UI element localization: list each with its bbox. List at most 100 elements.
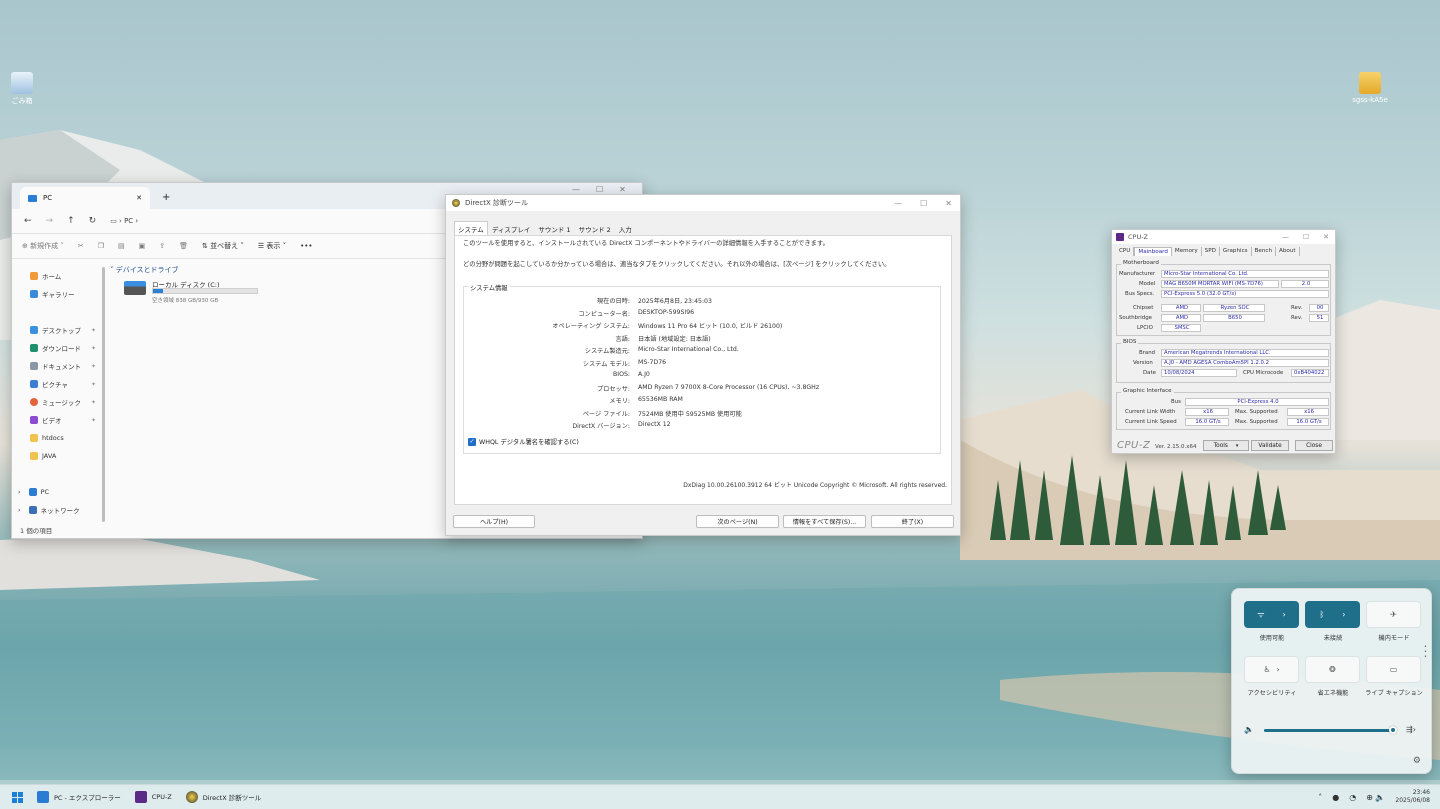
group-label: BIOS: [1121, 339, 1139, 345]
rename-icon[interactable]: ▣: [139, 242, 146, 250]
page-dots-icon[interactable]: • • •: [1424, 645, 1427, 660]
breadcrumb[interactable]: ▭ › PC ›: [110, 217, 138, 225]
info-key: システム製造元:: [584, 348, 630, 355]
wifi-toggle[interactable]: ᯤ ›: [1244, 601, 1299, 628]
tab-about[interactable]: About: [1276, 247, 1300, 256]
refresh-icon[interactable]: ↻: [89, 216, 97, 226]
dropdown-arrow-icon: ▾: [1235, 442, 1239, 449]
tab-cpu[interactable]: CPU: [1116, 247, 1135, 256]
update-icon[interactable]: ◔: [1349, 793, 1356, 802]
nav-item-videos[interactable]: ビデオ ✦: [30, 411, 100, 429]
nav-item-gallery[interactable]: ギャラリー: [30, 285, 100, 303]
minimize-icon[interactable]: —: [572, 185, 580, 194]
whql-checkbox-row[interactable]: ✓ WHQL デジタル署名を確認する(C): [468, 437, 579, 446]
chipset-label: Chipset: [1133, 305, 1154, 311]
next-page-button[interactable]: 次のページ(N): [696, 515, 779, 528]
copy-icon[interactable]: ❐: [98, 242, 104, 250]
start-button[interactable]: [12, 791, 23, 803]
tab-graphics[interactable]: Graphics: [1220, 247, 1252, 256]
close-icon[interactable]: ✕: [945, 199, 952, 208]
up-icon[interactable]: ↑: [67, 216, 75, 226]
bluetooth-toggle[interactable]: ᛒ ›: [1305, 601, 1360, 628]
chevron-right-icon[interactable]: ›: [1283, 610, 1286, 619]
new-tab-icon[interactable]: +: [162, 192, 170, 203]
bios-group: BIOS Brand American Megatrends Internati…: [1116, 339, 1331, 383]
nav-label: ドキュメント: [42, 363, 81, 371]
maximize-icon[interactable]: ☐: [920, 199, 927, 208]
volume-thumb[interactable]: [1389, 726, 1398, 734]
nav-item-pictures[interactable]: ピクチャ ✦: [30, 375, 100, 393]
clock[interactable]: 23:46 2025/06/08: [1395, 789, 1430, 805]
speaker-icon[interactable]: 🔈: [1244, 725, 1254, 734]
nav-scrollbar[interactable]: [102, 267, 105, 522]
tab-memory[interactable]: Memory: [1172, 247, 1202, 256]
whql-checkbox[interactable]: ✓: [468, 437, 476, 446]
maximize-icon[interactable]: ☐: [596, 185, 603, 194]
volume-slider[interactable]: [1264, 726, 1398, 734]
nav-item-downloads[interactable]: ダウンロード ✦: [30, 339, 100, 357]
sort-button[interactable]: ⇅ 並べ替え ˅: [202, 241, 244, 251]
chevron-right-icon[interactable]: ›: [1276, 665, 1279, 674]
forward-icon[interactable]: →: [46, 216, 54, 226]
settings-gear-icon[interactable]: ⚙: [1413, 756, 1421, 766]
accessibility-toggle[interactable]: ♿ ›: [1244, 656, 1299, 683]
help-button[interactable]: ヘルプ(H): [453, 515, 535, 528]
cut-icon[interactable]: ✂: [78, 242, 84, 250]
nav-item-home[interactable]: ホーム: [30, 267, 100, 285]
model-label: Model: [1139, 281, 1156, 287]
paste-icon[interactable]: ▤: [118, 242, 125, 250]
share-icon[interactable]: ⇪: [159, 242, 165, 250]
back-icon[interactable]: ←: [24, 216, 32, 226]
taskbar-app-cpuz[interactable]: CPU-Z: [134, 791, 172, 803]
energy-saver-toggle[interactable]: ❂: [1305, 656, 1360, 683]
dxdiag-panel: このツールを使用すると、インストールされている DirectX コンポーネントや…: [454, 235, 952, 505]
drive-item[interactable]: ローカル ディスク (C:) 空き領域 838 GB/930 GB: [124, 279, 274, 307]
close-button[interactable]: Close: [1295, 440, 1333, 451]
nav-item-pc[interactable]: › PC: [18, 483, 100, 501]
version-value: A.J0 - AMD AGESA ComboAm5PI 1.2.0.2: [1161, 359, 1329, 367]
nav-item-java[interactable]: JAVA: [30, 447, 100, 465]
desktop-icon-recycle-bin[interactable]: ごみ箱: [0, 72, 46, 106]
minimize-icon[interactable]: —: [894, 199, 902, 208]
close-icon[interactable]: ✕: [1323, 233, 1329, 241]
tab-spd[interactable]: SPD: [1202, 247, 1220, 256]
nav-item-htdocs[interactable]: htdocs: [30, 429, 100, 447]
audio-output-icon[interactable]: ⇶›: [1406, 725, 1416, 734]
close-tab-icon[interactable]: ✕: [136, 194, 142, 202]
taskbar-app-explorer[interactable]: PC - エクスプローラー: [37, 791, 121, 803]
chevron-up-icon[interactable]: ˄: [1318, 793, 1322, 802]
airplane-toggle[interactable]: ✈: [1366, 601, 1421, 628]
nav-item-documents[interactable]: ドキュメント ✦: [30, 357, 100, 375]
bus-specs-label: Bus Specs.: [1125, 291, 1155, 297]
view-button[interactable]: ☰ 表示 ˅: [258, 241, 286, 251]
new-button[interactable]: ⊕ 新規作成 ˅: [22, 241, 64, 251]
exit-button[interactable]: 終了(X): [871, 515, 954, 528]
drive-icon: [124, 281, 146, 295]
chevron-right-icon[interactable]: ›: [1342, 610, 1345, 619]
minimize-icon[interactable]: —: [1282, 233, 1289, 241]
tab-mainboard[interactable]: Mainboard: [1134, 247, 1172, 256]
network-volume-icon[interactable]: ⊕ 🔈: [1366, 793, 1385, 802]
live-caption-toggle[interactable]: ▭: [1366, 656, 1421, 683]
tile-label: 省エネ機能: [1317, 690, 1349, 697]
download-icon: [30, 344, 38, 352]
cpuz-app-icon: [1116, 233, 1124, 241]
explorer-tab[interactable]: PC ✕: [20, 187, 150, 209]
delete-icon[interactable]: 🗑: [179, 242, 188, 250]
validate-button[interactable]: Validate: [1251, 440, 1289, 451]
tab-bench[interactable]: Bench: [1252, 247, 1277, 256]
save-all-button[interactable]: 情報をすべて保存(S)...: [783, 515, 866, 528]
more-button[interactable]: •••: [300, 242, 312, 250]
taskbar-app-dxdiag[interactable]: DirectX 診断ツール: [185, 791, 261, 803]
security-icon[interactable]: ●: [1332, 793, 1339, 802]
nav-item-network[interactable]: › ネットワーク: [18, 501, 100, 519]
tile-label: 機内モード: [1378, 635, 1410, 642]
nav-item-music[interactable]: ミュージック ✦: [30, 393, 100, 411]
cpuz-icon: [134, 791, 147, 803]
tools-button[interactable]: Tools ▾: [1203, 440, 1249, 451]
breadcrumb-pc[interactable]: PC: [124, 217, 133, 225]
nav-item-desktop[interactable]: デスクトップ ✦: [30, 321, 100, 339]
maximize-icon[interactable]: ☐: [1303, 233, 1309, 241]
desktop-icon-folder[interactable]: sgss-kA5e: [1346, 72, 1394, 104]
close-icon[interactable]: ✕: [619, 185, 626, 194]
